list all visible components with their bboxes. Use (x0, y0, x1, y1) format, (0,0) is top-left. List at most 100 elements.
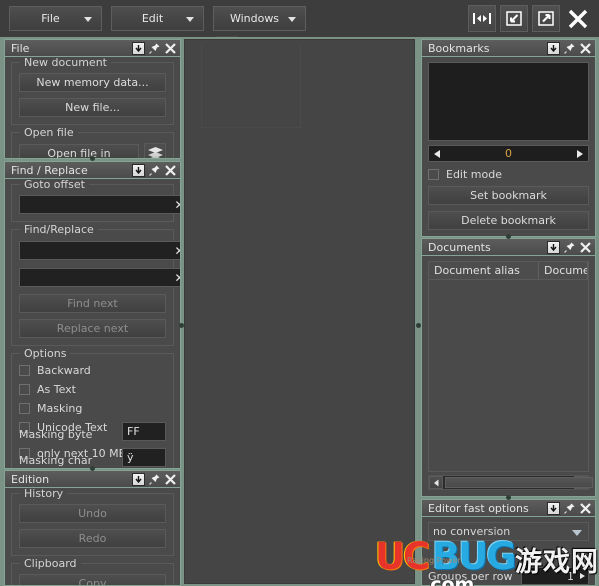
undo-button[interactable]: Undo (19, 504, 166, 523)
find-input[interactable] (20, 242, 173, 259)
options-group: Options Backward As Text Masking Unicode… (11, 347, 180, 468)
menu-windows[interactable]: Windows (213, 6, 306, 31)
collapse-icon[interactable] (547, 502, 560, 515)
panel-bookmarks-titlebar[interactable]: Bookmarks (422, 40, 595, 57)
maximize-icon[interactable] (532, 5, 560, 32)
replace-input[interactable] (20, 269, 173, 286)
resize-horizontal-icon[interactable] (468, 5, 496, 32)
close-icon[interactable] (164, 473, 177, 486)
panel-file-body: New document New memory data... New file… (5, 57, 180, 158)
new-document-group-label: New document (20, 57, 111, 69)
edit-mode-checkbox-row[interactable]: Edit mode (428, 168, 589, 181)
close-icon[interactable] (579, 42, 592, 55)
panel-header-icons (547, 500, 592, 517)
masking-char-input[interactable] (123, 449, 180, 466)
bookmark-index: 0 (505, 147, 512, 160)
pin-icon[interactable] (148, 42, 161, 55)
pin-icon[interactable] (563, 502, 576, 515)
bookmarks-list[interactable] (428, 62, 589, 141)
panel-header-icons (547, 239, 592, 256)
menu-windows-label: Windows (229, 12, 280, 25)
stepper-increment-icon[interactable] (580, 573, 585, 579)
option-as-text[interactable]: As Text (19, 383, 166, 396)
panel-find-replace-titlebar[interactable]: Find / Replace (5, 162, 180, 179)
checkbox-icon[interactable] (19, 403, 30, 414)
set-bookmark-button[interactable]: Set bookmark (428, 186, 589, 205)
clear-icon[interactable]: ✕ (173, 245, 180, 257)
panel-bookmarks: Bookmarks 0 Edit mode Set bookmark Delet… (421, 39, 596, 237)
documents-table-rows[interactable] (429, 280, 588, 471)
layers-icon[interactable] (144, 143, 166, 158)
pin-icon[interactable] (148, 473, 161, 486)
menu-file[interactable]: File (9, 6, 102, 31)
new-file-button[interactable]: New file... (19, 98, 166, 117)
panel-bookmarks-title: Bookmarks (428, 41, 490, 55)
open-file-in-memory-button[interactable]: Open file in memory... (19, 144, 139, 158)
splitter-handle-right-upper[interactable] (506, 234, 511, 239)
edit-mode-label: Edit mode (446, 168, 502, 181)
collapse-icon[interactable] (132, 42, 145, 55)
column-header-document-type[interactable]: Document t (539, 262, 588, 279)
menu-edit-label: Edit (141, 12, 164, 25)
checkbox-icon[interactable] (428, 169, 439, 180)
goto-offset-field[interactable]: ✕ (19, 195, 180, 214)
close-icon[interactable] (164, 164, 177, 177)
goto-offset-group: Goto offset ✕ Goto (11, 179, 180, 222)
pin-icon[interactable] (148, 164, 161, 177)
panel-header-icons (132, 40, 177, 57)
collapse-icon[interactable] (132, 164, 145, 177)
prev-bookmark-icon[interactable] (434, 149, 440, 158)
editor-workspace[interactable] (184, 39, 415, 584)
groups-per-row-stepper[interactable]: 1 (521, 567, 589, 585)
pin-icon[interactable] (563, 42, 576, 55)
open-file-group-label: Open file (20, 126, 78, 139)
splitter-handle-right-lower[interactable] (506, 495, 511, 500)
option-backward[interactable]: Backward (19, 364, 166, 377)
masking-char-field[interactable] (122, 448, 180, 467)
clear-icon[interactable]: ✕ (173, 272, 180, 284)
column-header-document-alias[interactable]: Document alias (429, 262, 539, 279)
splitter-handle-right-vertical[interactable] (416, 323, 421, 328)
splitter-handle-left-vertical[interactable] (179, 323, 184, 328)
masking-byte-field[interactable] (122, 422, 180, 441)
clipboard-group-label: Clipboard (20, 557, 81, 570)
restore-down-icon[interactable] (500, 5, 528, 32)
panel-file-titlebar[interactable]: File (5, 40, 180, 57)
panel-edition-titlebar[interactable]: Edition (5, 471, 180, 488)
next-bookmark-icon[interactable] (577, 149, 583, 158)
checkbox-icon[interactable] (19, 384, 30, 395)
close-icon[interactable] (579, 502, 592, 515)
conversion-select[interactable]: no conversion (428, 522, 589, 541)
splitter-handle-left-lower[interactable] (90, 466, 95, 471)
redo-button[interactable]: Redo (19, 529, 166, 548)
collapse-icon[interactable] (547, 42, 560, 55)
find-field[interactable]: ✕ (19, 241, 180, 260)
copy-button[interactable]: Copy (19, 574, 166, 585)
replace-next-button[interactable]: Replace next (19, 319, 166, 338)
delete-bookmark-button[interactable]: Delete bookmark (428, 211, 589, 230)
goto-offset-input[interactable] (20, 196, 173, 213)
checkbox-icon[interactable] (19, 365, 30, 376)
close-icon[interactable] (579, 241, 592, 254)
find-replace-group: Find/Replace ✕ ✕ Find next Replace next (11, 223, 180, 346)
scrollbar-thumb[interactable] (445, 477, 593, 488)
panel-editor-fast-options-titlebar[interactable]: Editor fast options (422, 500, 595, 517)
collapse-icon[interactable] (547, 241, 560, 254)
collapse-icon[interactable] (132, 473, 145, 486)
panel-documents-titlebar[interactable]: Documents (422, 239, 595, 256)
find-next-button[interactable]: Find next (19, 294, 166, 313)
option-masking[interactable]: Masking (19, 402, 166, 415)
option-masking-label: Masking (37, 402, 83, 415)
replace-field[interactable]: ✕ (19, 268, 180, 287)
clear-icon[interactable]: ✕ (173, 199, 180, 211)
splitter-handle-left-upper[interactable] (90, 156, 95, 161)
pin-icon[interactable] (563, 241, 576, 254)
menu-edit[interactable]: Edit (111, 6, 204, 31)
documents-horizontal-scrollbar[interactable] (428, 475, 593, 490)
close-icon[interactable] (164, 42, 177, 55)
close-window-icon[interactable] (564, 5, 592, 32)
documents-table[interactable]: Document alias Document t (428, 261, 589, 472)
new-memory-data-button[interactable]: New memory data... (19, 73, 166, 92)
masking-byte-input[interactable] (123, 423, 180, 440)
scroll-left-icon[interactable] (429, 476, 443, 489)
